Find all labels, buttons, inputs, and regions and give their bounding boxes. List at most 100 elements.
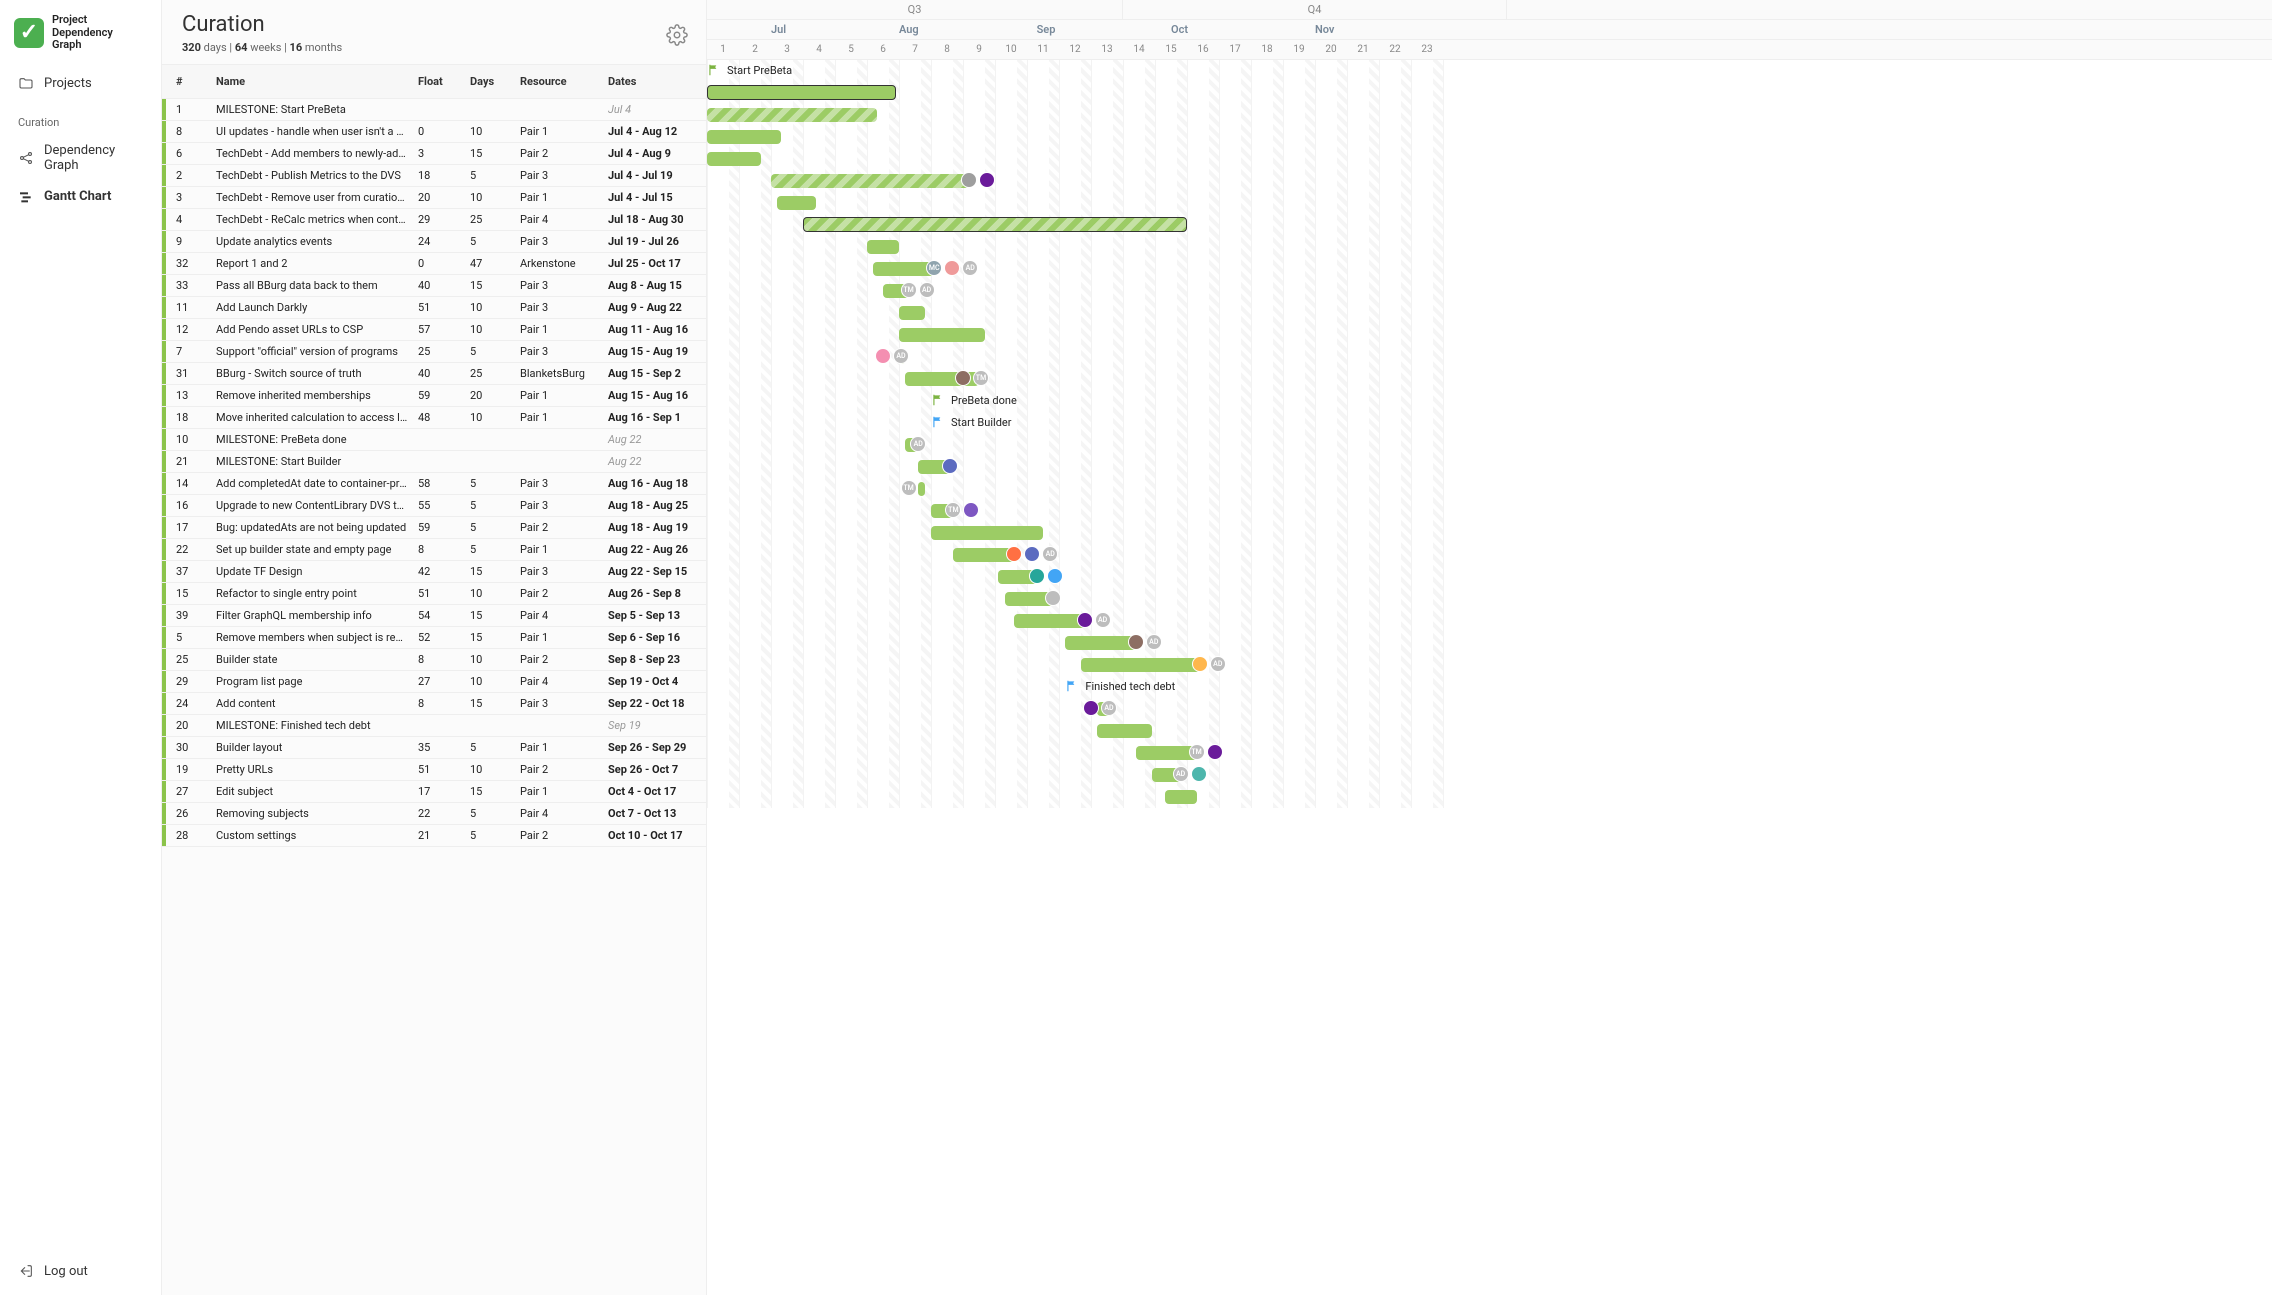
gantt-bar[interactable] [1136, 746, 1197, 760]
assignee-avatars[interactable]: TM [1189, 744, 1223, 760]
table-row[interactable]: 17 Bug: updatedAts are not being updated… [162, 517, 706, 539]
table-row[interactable]: 26 Removing subjects 22 5 Pair 4 Oct 7 -… [162, 803, 706, 825]
gantt-bar[interactable] [953, 548, 1014, 562]
app-logo[interactable]: ✓ Project Dependency Graph [0, 10, 161, 68]
avatar[interactable] [979, 172, 995, 188]
avatar[interactable] [1029, 568, 1045, 584]
gantt-row[interactable]: TMAD [707, 280, 1443, 302]
column-header-days[interactable]: Days [470, 75, 520, 88]
milestone-marker[interactable]: Finished tech debt [1065, 679, 1175, 693]
gantt-bar[interactable] [899, 306, 925, 320]
gantt-row[interactable]: AD [707, 764, 1443, 786]
gantt-bar[interactable] [899, 328, 985, 342]
table-row[interactable]: 2 TechDebt - Publish Metrics to the DVS … [162, 165, 706, 187]
avatar[interactable]: AD [1210, 656, 1226, 672]
column-header-resource[interactable]: Resource [520, 75, 608, 88]
table-row[interactable]: 14 Add completedAt date to container-pro… [162, 473, 706, 495]
gantt-bar[interactable] [707, 130, 781, 144]
column-header-dates[interactable]: Dates [608, 75, 706, 88]
table-row[interactable]: 9 Update analytics events 24 5 Pair 3 Ju… [162, 231, 706, 253]
gantt-bar[interactable] [771, 174, 969, 188]
avatar[interactable]: AD [1146, 634, 1162, 650]
assignee-avatars[interactable]: TM [955, 370, 989, 386]
gantt-bar[interactable] [1081, 658, 1199, 672]
table-row[interactable]: 37 Update TF Design 42 15 Pair 3 Aug 22 … [162, 561, 706, 583]
avatar[interactable]: MC [926, 260, 942, 276]
avatar[interactable]: TM [1189, 744, 1205, 760]
avatar[interactable]: AD [962, 260, 978, 276]
assignee-avatars[interactable] [1029, 568, 1063, 584]
avatar[interactable] [1006, 546, 1022, 562]
gantt-body[interactable]: Start PreBetaMCADTMADADTM PreBeta done S… [707, 60, 2272, 1295]
nav-dependency-graph[interactable]: Dependency Graph [0, 135, 161, 181]
gantt-row[interactable]: Start PreBeta [707, 60, 1443, 82]
gantt-bar[interactable] [777, 196, 815, 210]
gantt-bar[interactable] [707, 108, 877, 122]
assignee-avatars[interactable] [1045, 590, 1061, 606]
table-row[interactable]: 20 MILESTONE: Finished tech debt Sep 19 [162, 715, 706, 737]
assignee-avatars[interactable] [961, 172, 995, 188]
gantt-row[interactable] [707, 566, 1443, 588]
gantt-bar[interactable] [918, 482, 924, 496]
table-row[interactable]: 5 Remove members when subject is removed… [162, 627, 706, 649]
table-row[interactable]: 1 MILESTONE: Start PreBeta Jul 4 [162, 99, 706, 121]
gantt-row[interactable] [707, 82, 1443, 104]
assignee-avatars[interactable]: TM [901, 480, 917, 496]
nav-gantt-chart[interactable]: Gantt Chart [0, 181, 161, 213]
gantt-row[interactable] [707, 148, 1443, 170]
table-row[interactable]: 4 TechDebt - ReCalc metrics when content… [162, 209, 706, 231]
table-row[interactable]: 15 Refactor to single entry point 51 10 … [162, 583, 706, 605]
avatar[interactable] [1191, 766, 1207, 782]
avatar[interactable]: TM [973, 370, 989, 386]
gantt-row[interactable]: AD [707, 610, 1443, 632]
gantt-row[interactable]: PreBeta done [707, 390, 1443, 412]
assignee-avatars[interactable]: AD [910, 436, 926, 452]
assignee-avatars[interactable]: AD [1006, 546, 1058, 562]
avatar[interactable]: AD [919, 282, 935, 298]
gantt-row[interactable]: AD [707, 632, 1443, 654]
gantt-row[interactable]: Finished tech debt [707, 676, 1443, 698]
avatar[interactable]: AD [1173, 766, 1189, 782]
avatar[interactable] [1207, 744, 1223, 760]
avatar[interactable] [875, 348, 891, 364]
gantt-row[interactable] [707, 104, 1443, 126]
assignee-avatars[interactable]: AD [1077, 612, 1111, 628]
gantt-row[interactable] [707, 324, 1443, 346]
milestone-marker[interactable]: PreBeta done [931, 393, 1017, 407]
gantt-bar[interactable] [873, 262, 934, 276]
avatar[interactable]: TM [901, 480, 917, 496]
gantt-bar[interactable] [707, 85, 896, 100]
column-header-name[interactable]: Name [216, 75, 418, 88]
assignee-avatars[interactable]: AD [1083, 700, 1117, 716]
table-row[interactable]: 13 Remove inherited memberships 59 20 Pa… [162, 385, 706, 407]
avatar[interactable]: AD [1042, 546, 1058, 562]
gantt-row[interactable] [707, 522, 1443, 544]
gantt-row[interactable]: MC AD [707, 258, 1443, 280]
column-header-idx[interactable]: # [174, 75, 216, 88]
table-body[interactable]: 1 MILESTONE: Start PreBeta Jul 4 8 UI up… [162, 99, 706, 1295]
table-row[interactable]: 11 Add Launch Darkly 51 10 Pair 3 Aug 9 … [162, 297, 706, 319]
milestone-marker[interactable]: Start PreBeta [707, 63, 792, 77]
table-row[interactable]: 28 Custom settings 21 5 Pair 2 Oct 10 - … [162, 825, 706, 847]
avatar[interactable]: AD [893, 348, 909, 364]
gantt-row[interactable] [707, 786, 1443, 808]
table-row[interactable]: 16 Upgrade to new ContentLibrary DVS top… [162, 495, 706, 517]
settings-button[interactable] [666, 24, 688, 46]
gantt-row[interactable] [707, 170, 1443, 192]
gantt-row[interactable] [707, 214, 1443, 236]
avatar[interactable] [1047, 568, 1063, 584]
gantt-row[interactable] [707, 192, 1443, 214]
table-row[interactable]: 6 TechDebt - Add members to newly-added … [162, 143, 706, 165]
gantt-bar[interactable] [707, 152, 761, 166]
gantt-row[interactable]: AD [707, 434, 1443, 456]
gantt-bar[interactable] [803, 217, 1187, 232]
table-row[interactable]: 21 MILESTONE: Start Builder Aug 22 [162, 451, 706, 473]
gantt-row[interactable]: AD [707, 698, 1443, 720]
logout-button[interactable]: Log out [18, 1263, 143, 1279]
avatar[interactable] [1128, 634, 1144, 650]
table-row[interactable]: 7 Support "official" version of programs… [162, 341, 706, 363]
avatar[interactable] [1192, 656, 1208, 672]
table-row[interactable]: 25 Builder state 8 10 Pair 2 Sep 8 - Sep… [162, 649, 706, 671]
table-row[interactable]: 18 Move inherited calculation to access … [162, 407, 706, 429]
avatar[interactable] [944, 260, 960, 276]
